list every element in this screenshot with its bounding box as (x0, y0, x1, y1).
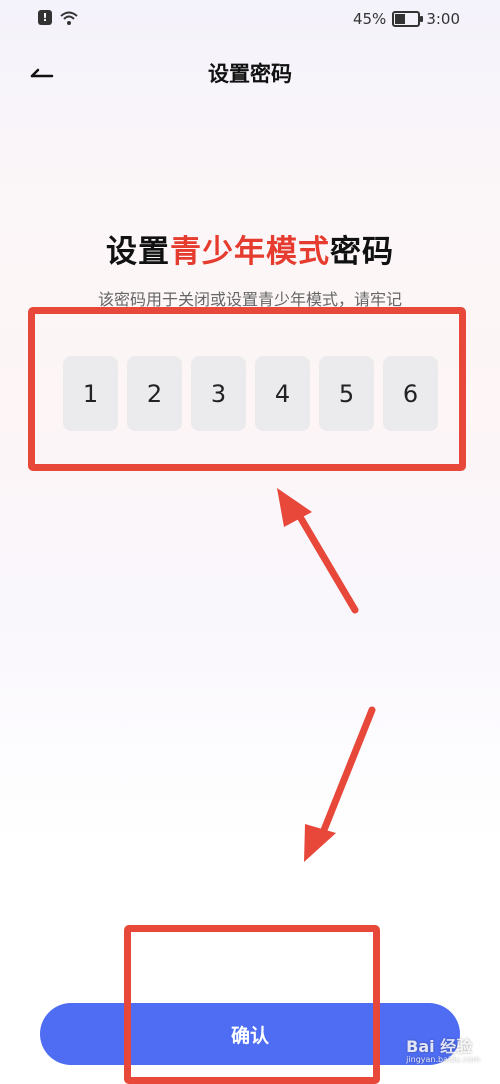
battery-percent: 45% (352, 10, 387, 28)
wifi-icon (60, 11, 78, 25)
watermark-url: jingyan.baidu.com (406, 1055, 480, 1064)
page-title: 设置密码 (208, 62, 292, 86)
watermark-brand: Bai 经验 (406, 1037, 473, 1056)
headline-suffix: 密码 (330, 234, 394, 270)
battery-icon (392, 11, 424, 27)
headline: 设置青少年模式密码 (0, 226, 500, 271)
annotation-arrow-down (318, 706, 376, 839)
annotation-arrowhead-down (304, 824, 336, 862)
watermark-logo: Bai 经验 jingyan.baidu.com (406, 1033, 480, 1064)
status-right: 45% 3:00 (353, 10, 460, 28)
nav-bar: 设置密码 (0, 50, 500, 94)
status-left: ! (38, 10, 78, 25)
annotation-arrowhead-up (277, 488, 312, 527)
clock: 3:00 (426, 10, 460, 28)
annotation-highlight-confirm (124, 925, 380, 1084)
headline-prefix: 设置 (106, 234, 170, 270)
headline-accent: 青少年模式 (170, 234, 330, 270)
annotation-arrows (277, 488, 376, 862)
status-bar: ! 45% 3:00 (0, 0, 500, 40)
sim-alert-icon: ! (38, 10, 52, 25)
annotation-highlight-pin (28, 307, 466, 471)
annotation-arrow-up (292, 506, 359, 614)
